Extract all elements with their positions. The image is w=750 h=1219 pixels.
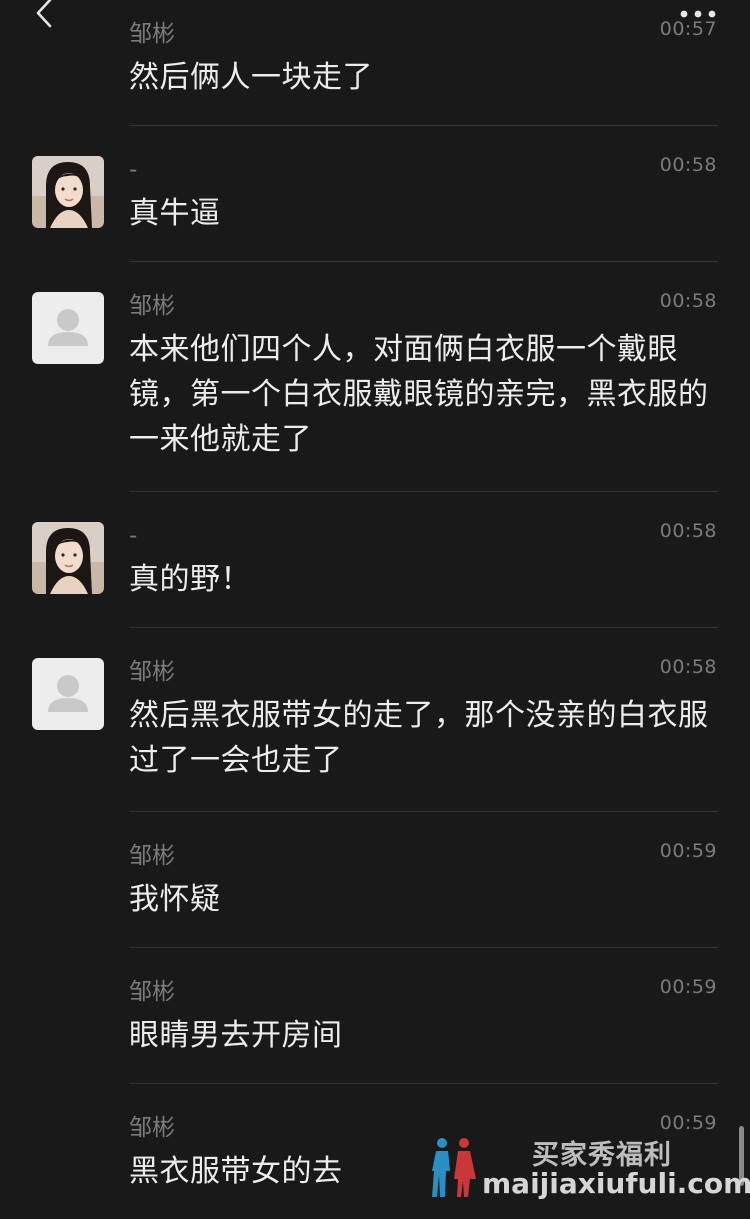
sender-name: 邹彬 (129, 843, 175, 869)
chevron-left-icon (36, 0, 52, 28)
message-text: 然后黑衣服带女的走了，那个没亲的白衣服过了一会也走了 (129, 698, 709, 778)
message-time: 00:58 (659, 520, 717, 542)
couple-logo-icon (432, 1138, 476, 1197)
message-time: 00:59 (659, 840, 717, 862)
message-time: 00:58 (659, 290, 717, 312)
message-time: 00:58 (659, 656, 717, 678)
avatar[interactable] (32, 292, 104, 364)
avatar[interactable] (32, 156, 104, 228)
sender-name: 邹彬 (129, 659, 175, 685)
avatar[interactable] (32, 658, 104, 730)
divider (129, 261, 718, 262)
sender-name: 邹彬 (129, 979, 175, 1005)
sender-name: 邹彬 (129, 21, 175, 47)
message-text: 真牛逼 (129, 196, 221, 231)
message-time: 00:57 (659, 18, 717, 40)
message-text: 然后俩人一块走了 (129, 60, 373, 95)
watermark: 买家秀福利 maijiaxiufuli.com (426, 1133, 750, 1203)
message-text: 眼睛男去开房间 (129, 1018, 343, 1053)
back-button[interactable] (28, 0, 64, 32)
sender-name: 邹彬 (129, 1115, 175, 1141)
divider (129, 491, 718, 492)
divider (129, 627, 718, 628)
message-time: 00:58 (659, 154, 717, 176)
divider (129, 1083, 718, 1084)
default-user-icon (32, 658, 104, 730)
message-text: 我怀疑 (129, 882, 221, 917)
girl-photo-icon (32, 522, 104, 594)
divider (129, 811, 718, 812)
divider (129, 125, 718, 126)
message-text: 真的野！ (129, 562, 251, 597)
avatar[interactable] (32, 522, 104, 594)
sender-name: 邹彬 (129, 293, 175, 319)
default-user-icon (32, 292, 104, 364)
divider (129, 947, 718, 948)
sender-name: - (129, 157, 138, 183)
girl-photo-icon (32, 156, 104, 228)
message-time: 00:59 (659, 976, 717, 998)
message-text: 本来他们四个人，对面俩白衣服一个戴眼镜，第一个白衣服戴眼镜的亲完，黑衣服的一来他… (129, 332, 709, 457)
watermark-en: maijiaxiufuli.com (482, 1167, 750, 1200)
sender-name: - (129, 523, 138, 549)
